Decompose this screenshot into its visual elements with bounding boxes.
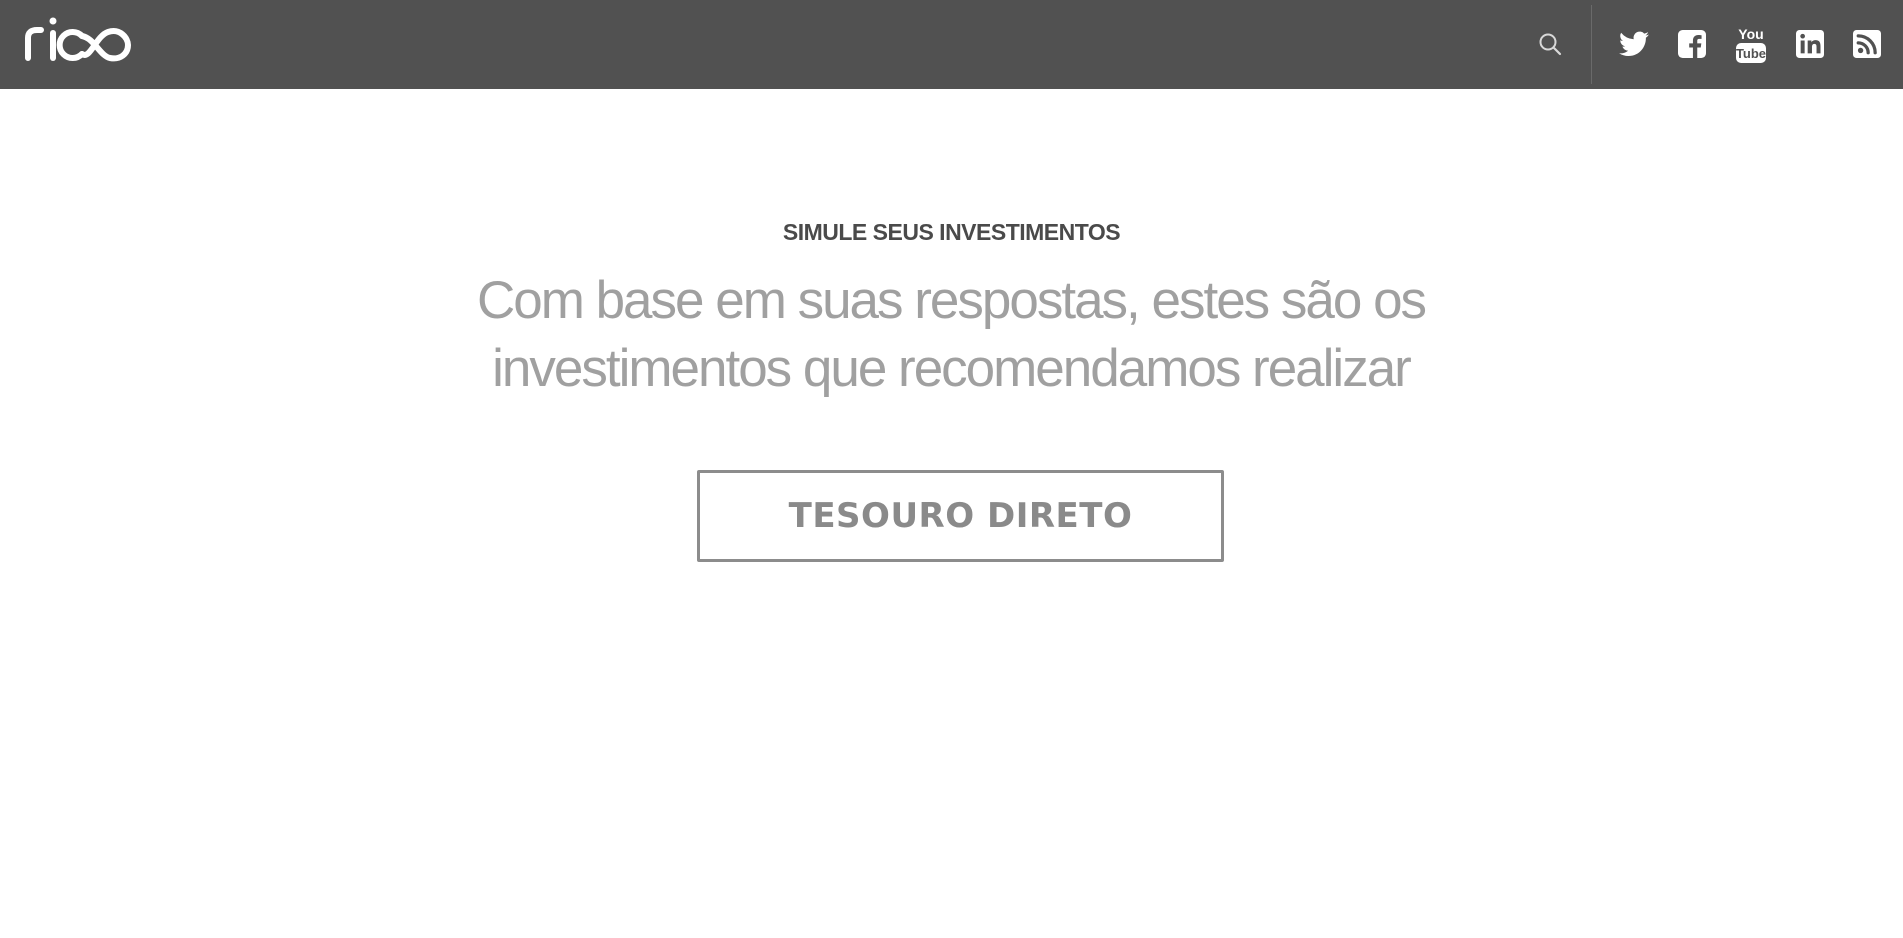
svg-text:Tube: Tube (1736, 46, 1766, 61)
svg-text:You: You (1738, 26, 1763, 42)
search-icon (1539, 33, 1562, 56)
linkedin-icon (1796, 30, 1824, 58)
youtube-link[interactable]: You Tube (1733, 22, 1769, 66)
page-headline: Com base em suas respostas, estes são os… (476, 271, 1427, 398)
top-navigation-bar: You Tube (0, 0, 1903, 89)
facebook-icon (1678, 30, 1706, 58)
rico-logo[interactable] (24, 16, 132, 64)
youtube-icon: You Tube (1736, 26, 1766, 63)
header-divider (1591, 5, 1592, 84)
rss-icon (1853, 30, 1881, 58)
linkedin-link[interactable] (1792, 22, 1828, 66)
rss-link[interactable] (1849, 22, 1885, 66)
main-content: SIMULE SEUS INVESTIMENTOS Com base em su… (0, 89, 1903, 938)
search-button[interactable] (1534, 28, 1566, 60)
twitter-icon (1619, 31, 1649, 56)
tesouro-direto-button[interactable]: TESOURO DIRETO (697, 470, 1224, 562)
section-eyebrow: SIMULE SEUS INVESTIMENTOS (782, 219, 1121, 245)
facebook-link[interactable] (1674, 22, 1710, 66)
twitter-link[interactable] (1616, 22, 1652, 66)
